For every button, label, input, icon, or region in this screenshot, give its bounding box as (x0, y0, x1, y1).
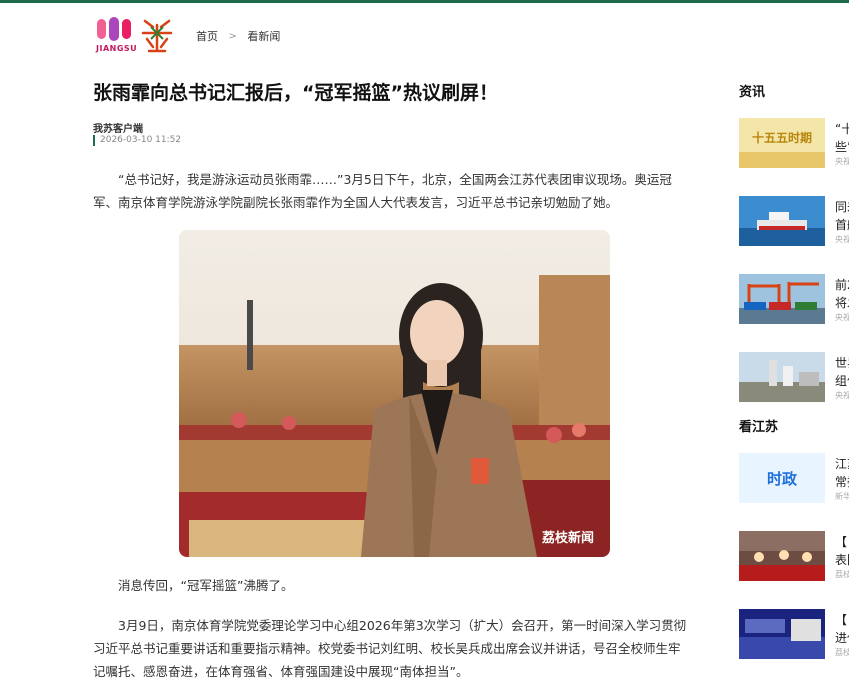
jiangsu-calligraphy-logo-icon (141, 19, 173, 53)
sidebar-item-source: 央视 (835, 391, 849, 400)
thumbnail-label: 十五五时期 (752, 130, 812, 145)
sidebar-item-source: 央视 (835, 157, 849, 166)
sidebar-item-title: 【 表团 (835, 535, 849, 567)
photo-content: 荔枝新闻 (179, 230, 610, 557)
article-paragraph-3: 3月9日，南京体育学院党委理论学习中心组2026年第3次学习（扩大）会召开，第一… (93, 618, 687, 678)
thumbnail (739, 609, 825, 659)
thumbnail (739, 196, 825, 246)
article-photo: 荔枝新闻 (179, 230, 610, 557)
photo-watermark: 荔枝新闻 (541, 530, 594, 546)
breadcrumb: 首页 > 看新闻 (196, 28, 280, 44)
sidebar-item-source: 荔枝 (835, 648, 849, 657)
sidebar-item[interactable]: 十五五时期 “十 些” 央视 (739, 118, 849, 170)
thumbnail-label: 时政 (767, 470, 798, 488)
sidebar-item[interactable]: 【 进代 荔枝 (739, 609, 849, 661)
sidebar-heading-jiangsu: 看江苏 (739, 420, 779, 435)
sidebar-item[interactable]: 时政 江苏 常委 新华 (739, 453, 849, 505)
sidebar-item[interactable]: 前2 将发 央视 (739, 274, 849, 326)
article-paragraph-2: 消息传回，“冠军摇篮”沸腾了。 (118, 578, 294, 593)
thumbnail (739, 352, 825, 402)
thumbnail (739, 531, 825, 581)
sidebar-item[interactable]: 【 表团 荔枝 (739, 531, 849, 583)
sidebar-item-source: 荔枝 (835, 570, 849, 579)
article-date: 2026-03-10 11:52 (93, 135, 181, 146)
thumbnail: 十五五时期 (739, 118, 825, 168)
site-header: JIANGSU 首页 > 看新闻 (0, 3, 849, 61)
breadcrumb-news[interactable]: 看新闻 (247, 28, 280, 44)
article-source: 我苏客户端 (93, 124, 143, 135)
thumbnail: 时政 (739, 453, 825, 503)
sidebar-item[interactable]: 同差 首航 央视 (739, 196, 849, 248)
sidebar-item-title: “十 些” (835, 122, 849, 154)
sidebar-item-title: 同差 首航 (835, 200, 849, 232)
site-logo[interactable]: JIANGSU (96, 16, 137, 56)
thumbnail (739, 274, 825, 324)
article-paragraph-1: “总书记好，我是游泳运动员张雨霏……”3月5日下午，北京，全国两会江苏代表团审议… (93, 172, 672, 210)
logo-mark-icon (97, 17, 131, 41)
sidebar-item-source: 央视 (835, 235, 849, 244)
article-title: 张雨霏向总书记汇报后，“冠军摇篮”热议刷屏！ (93, 82, 498, 104)
breadcrumb-home[interactable]: 首页 (196, 28, 218, 44)
sidebar-item-source: 央视 (835, 313, 849, 322)
sidebar-item-source: 新华 (835, 492, 849, 501)
sidebar-item-title: 【 进代 (835, 613, 849, 645)
article: 张雨霏向总书记汇报后，“冠军摇篮”热议刷屏！ 我苏客户端 2026-03-10 … (93, 78, 693, 678)
sidebar: 资讯 十五五时期 “十 些” 央视 同差 首航 央视 前2 将发 央视 世界 组… (739, 0, 849, 678)
sidebar-item-title: 前2 将发 (835, 278, 849, 310)
chevron-right-icon: > (228, 30, 237, 42)
sidebar-item-title: 世界 组件 (835, 356, 849, 388)
sidebar-item-title: 江苏 常委 (835, 457, 849, 489)
sidebar-heading-news: 资讯 (739, 85, 766, 100)
logo-text: JIANGSU (96, 44, 138, 53)
sidebar-item[interactable]: 世界 组件 央视 (739, 352, 849, 404)
